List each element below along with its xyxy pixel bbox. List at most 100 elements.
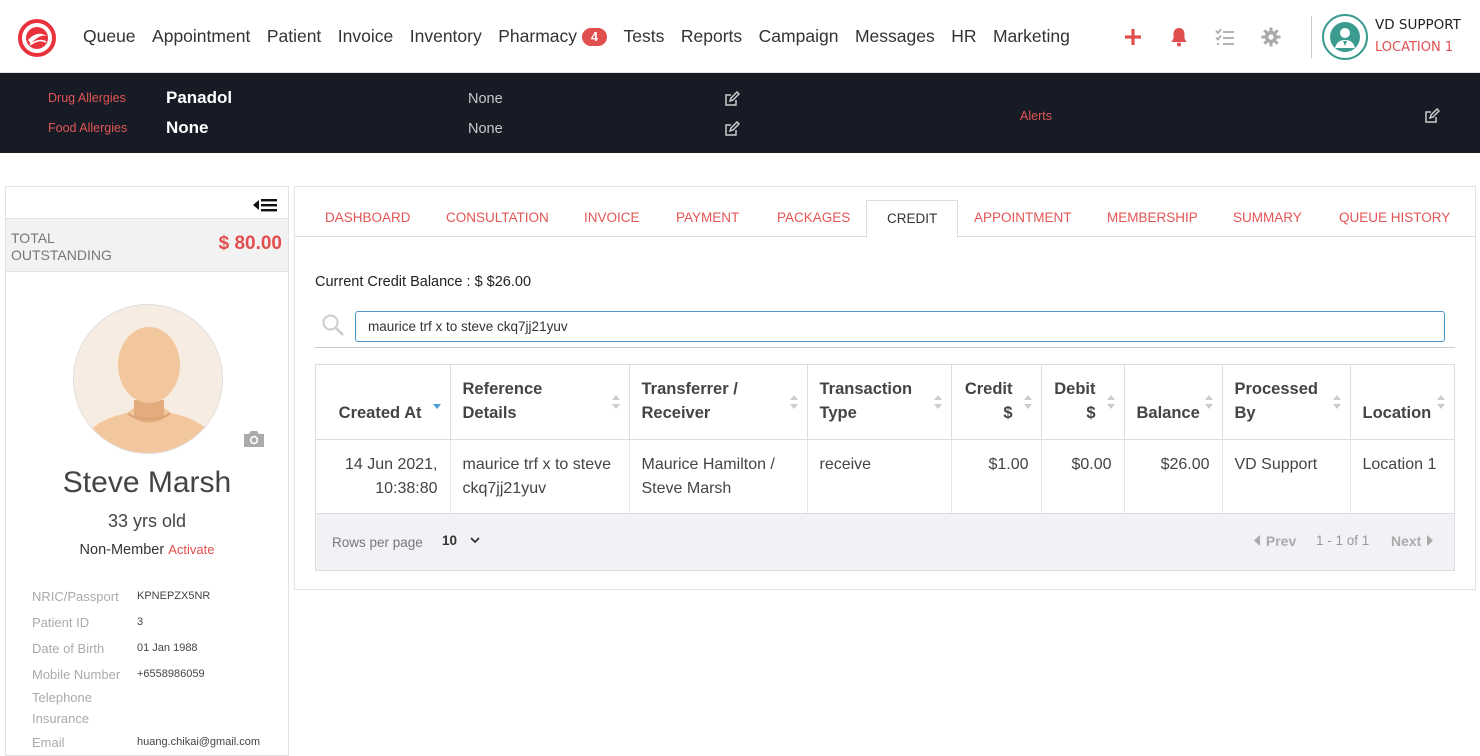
drug-allergies-label: Drug Allergies	[48, 91, 126, 105]
sort-icon	[1106, 394, 1115, 409]
credit-search-input[interactable]	[355, 311, 1445, 342]
nav-item-label: Queue	[83, 26, 136, 46]
sort-icon	[933, 394, 942, 409]
user-avatar[interactable]	[1322, 14, 1368, 60]
info-value: 01 Jan 1988	[137, 642, 198, 654]
info-value: +6558986059	[137, 668, 205, 680]
column-header-label: Processed By	[1234, 379, 1318, 422]
info-label: Patient ID	[32, 615, 90, 630]
sort-icon	[789, 394, 798, 409]
nav-item-pharmacy[interactable]: Pharmacy 4	[498, 26, 608, 47]
next-page-button[interactable]: Next	[1391, 533, 1434, 549]
info-label: Date of Birth	[32, 641, 105, 656]
current-credit-balance: Current Credit Balance : $ $26.00	[315, 274, 532, 290]
nav-item-label: Patient	[266, 26, 322, 46]
food-allergies-note: None	[468, 121, 503, 137]
user-location[interactable]: LOCATION 1	[1375, 40, 1453, 55]
main-panel: Dashboard Consultation Invoice Payment Packa…	[294, 186, 1476, 590]
nav-item-appointment[interactable]: Appointment	[152, 26, 250, 47]
patient-name: Steve Marsh	[62, 466, 232, 499]
tab-invoice[interactable]: Invoice	[584, 200, 640, 237]
info-value: huang.chikai@gmail.com	[137, 736, 261, 748]
table-row[interactable]: 14 Jun 2021, 10:38:80 maurice trf x to st…	[316, 439, 1454, 513]
cell-location: Location 1	[1362, 455, 1437, 473]
cell-debit: $0.00	[1041, 439, 1125, 513]
column-header[interactable]: Created At	[316, 365, 451, 440]
tab-consultation[interactable]: Consultation	[446, 200, 549, 237]
tab-payment[interactable]: Payment	[676, 200, 739, 237]
column-header[interactable]: Credit $	[951, 365, 1042, 440]
nav-item-tests[interactable]: Tests	[624, 26, 665, 47]
user-name[interactable]: VD SUPPORT	[1375, 17, 1461, 33]
sort-icon	[1023, 394, 1032, 409]
column-header[interactable]: Transaction Type	[807, 365, 952, 440]
collapse-sidebar-icon[interactable]	[252, 196, 280, 214]
nav-item-inventory[interactable]: Inventory	[410, 26, 482, 47]
column-header[interactable]: Reference Details	[450, 365, 630, 440]
rows-per-page-label: Rows per page	[332, 535, 423, 550]
tab-queue-history[interactable]: Queue History	[1339, 200, 1450, 237]
nav-item-label: Campaign	[758, 26, 839, 46]
nav-item-patient[interactable]: Patient	[267, 26, 321, 47]
nav-item-hr[interactable]: HR	[951, 26, 976, 47]
sort-desc-icon	[432, 403, 441, 409]
camera-icon[interactable]	[242, 429, 266, 449]
column-header-label: Reference Details	[462, 379, 543, 422]
column-header-label: Location	[1362, 403, 1432, 422]
rows-per-page-value: 10	[442, 533, 458, 548]
cell-transferrer: Maurice Hamilton / Steve Marsh	[629, 439, 808, 513]
cell-processed-by: VD Support	[1222, 439, 1351, 513]
pharmacy-count-badge: 4	[582, 27, 608, 46]
nav-item-campaign[interactable]: Campaign	[759, 26, 839, 47]
edit-drug-allergies-icon[interactable]	[724, 91, 740, 107]
info-value: 3	[137, 616, 144, 628]
info-label: Telephone	[32, 690, 92, 705]
bell-icon[interactable]	[1168, 26, 1190, 48]
edit-food-allergies-icon[interactable]	[724, 121, 740, 137]
tab-packages[interactable]: Packages	[777, 200, 850, 237]
column-header[interactable]: Location	[1350, 365, 1454, 440]
search-icon	[322, 314, 344, 336]
nav-item-messages[interactable]: Messages	[855, 26, 935, 47]
patient-sidebar: Total Outstanding $ 80.00 Steve Marsh 33…	[5, 186, 289, 756]
info-label: Email	[32, 735, 65, 750]
column-header-label: Transferrer / Receiver	[641, 379, 738, 422]
outstanding-value: $ 80.00	[218, 233, 282, 254]
rows-per-page-select[interactable]: 10	[442, 533, 481, 548]
tab-membership[interactable]: Membership	[1107, 200, 1198, 237]
clinic-logo-icon[interactable]	[17, 18, 57, 58]
edit-alerts-icon[interactable]	[1424, 108, 1440, 124]
nav-item-label: Inventory	[409, 26, 482, 46]
nav-divider	[1311, 16, 1312, 58]
tab-credit[interactable]: Credit	[866, 200, 959, 238]
column-header[interactable]: Processed By	[1222, 365, 1351, 440]
table-body: 14 Jun 2021, 10:38:80 maurice trf x to st…	[316, 439, 1454, 513]
info-label: Mobile Number	[32, 667, 121, 682]
column-header[interactable]: Balance	[1124, 365, 1223, 440]
nav-item-reports[interactable]: Reports	[681, 26, 742, 47]
nav-item-label: HR	[951, 26, 977, 46]
nav-item-label: Marketing	[992, 26, 1070, 46]
column-header[interactable]: Debit $	[1041, 365, 1125, 440]
tab-dashboard[interactable]: Dashboard	[325, 200, 411, 237]
nav-item-marketing[interactable]: Marketing	[993, 26, 1070, 47]
add-plus-icon[interactable]	[1122, 26, 1144, 48]
prev-page-button[interactable]: Prev	[1254, 533, 1296, 549]
nav-item-label: Tests	[623, 26, 665, 46]
nav-item-invoice[interactable]: Invoice	[338, 26, 393, 47]
table-pagination: Rows per page 10 Prev 1 - 1 of 1 Next	[316, 513, 1454, 570]
search-divider	[315, 347, 1455, 348]
cell-reference: maurice trf x to steve ckq7jj21yuv	[450, 439, 630, 513]
cell-type: receive	[807, 439, 952, 513]
column-header-label: Debit $	[1054, 379, 1096, 422]
patient-photo[interactable]	[73, 304, 223, 454]
task-list-icon[interactable]	[1214, 26, 1236, 48]
gear-icon[interactable]	[1260, 26, 1282, 48]
activate-link[interactable]: Activate	[168, 542, 214, 557]
column-header[interactable]: Transferrer / Receiver	[629, 365, 808, 440]
nav-item-queue[interactable]: Queue	[83, 26, 136, 47]
tab-appointment[interactable]: Appointment	[974, 200, 1072, 237]
main-menu: Queue Appointment Patient Invoice Inventory P…	[83, 0, 1086, 73]
nav-item-label: Reports	[680, 26, 743, 46]
tab-summary[interactable]: Summary	[1233, 200, 1302, 237]
